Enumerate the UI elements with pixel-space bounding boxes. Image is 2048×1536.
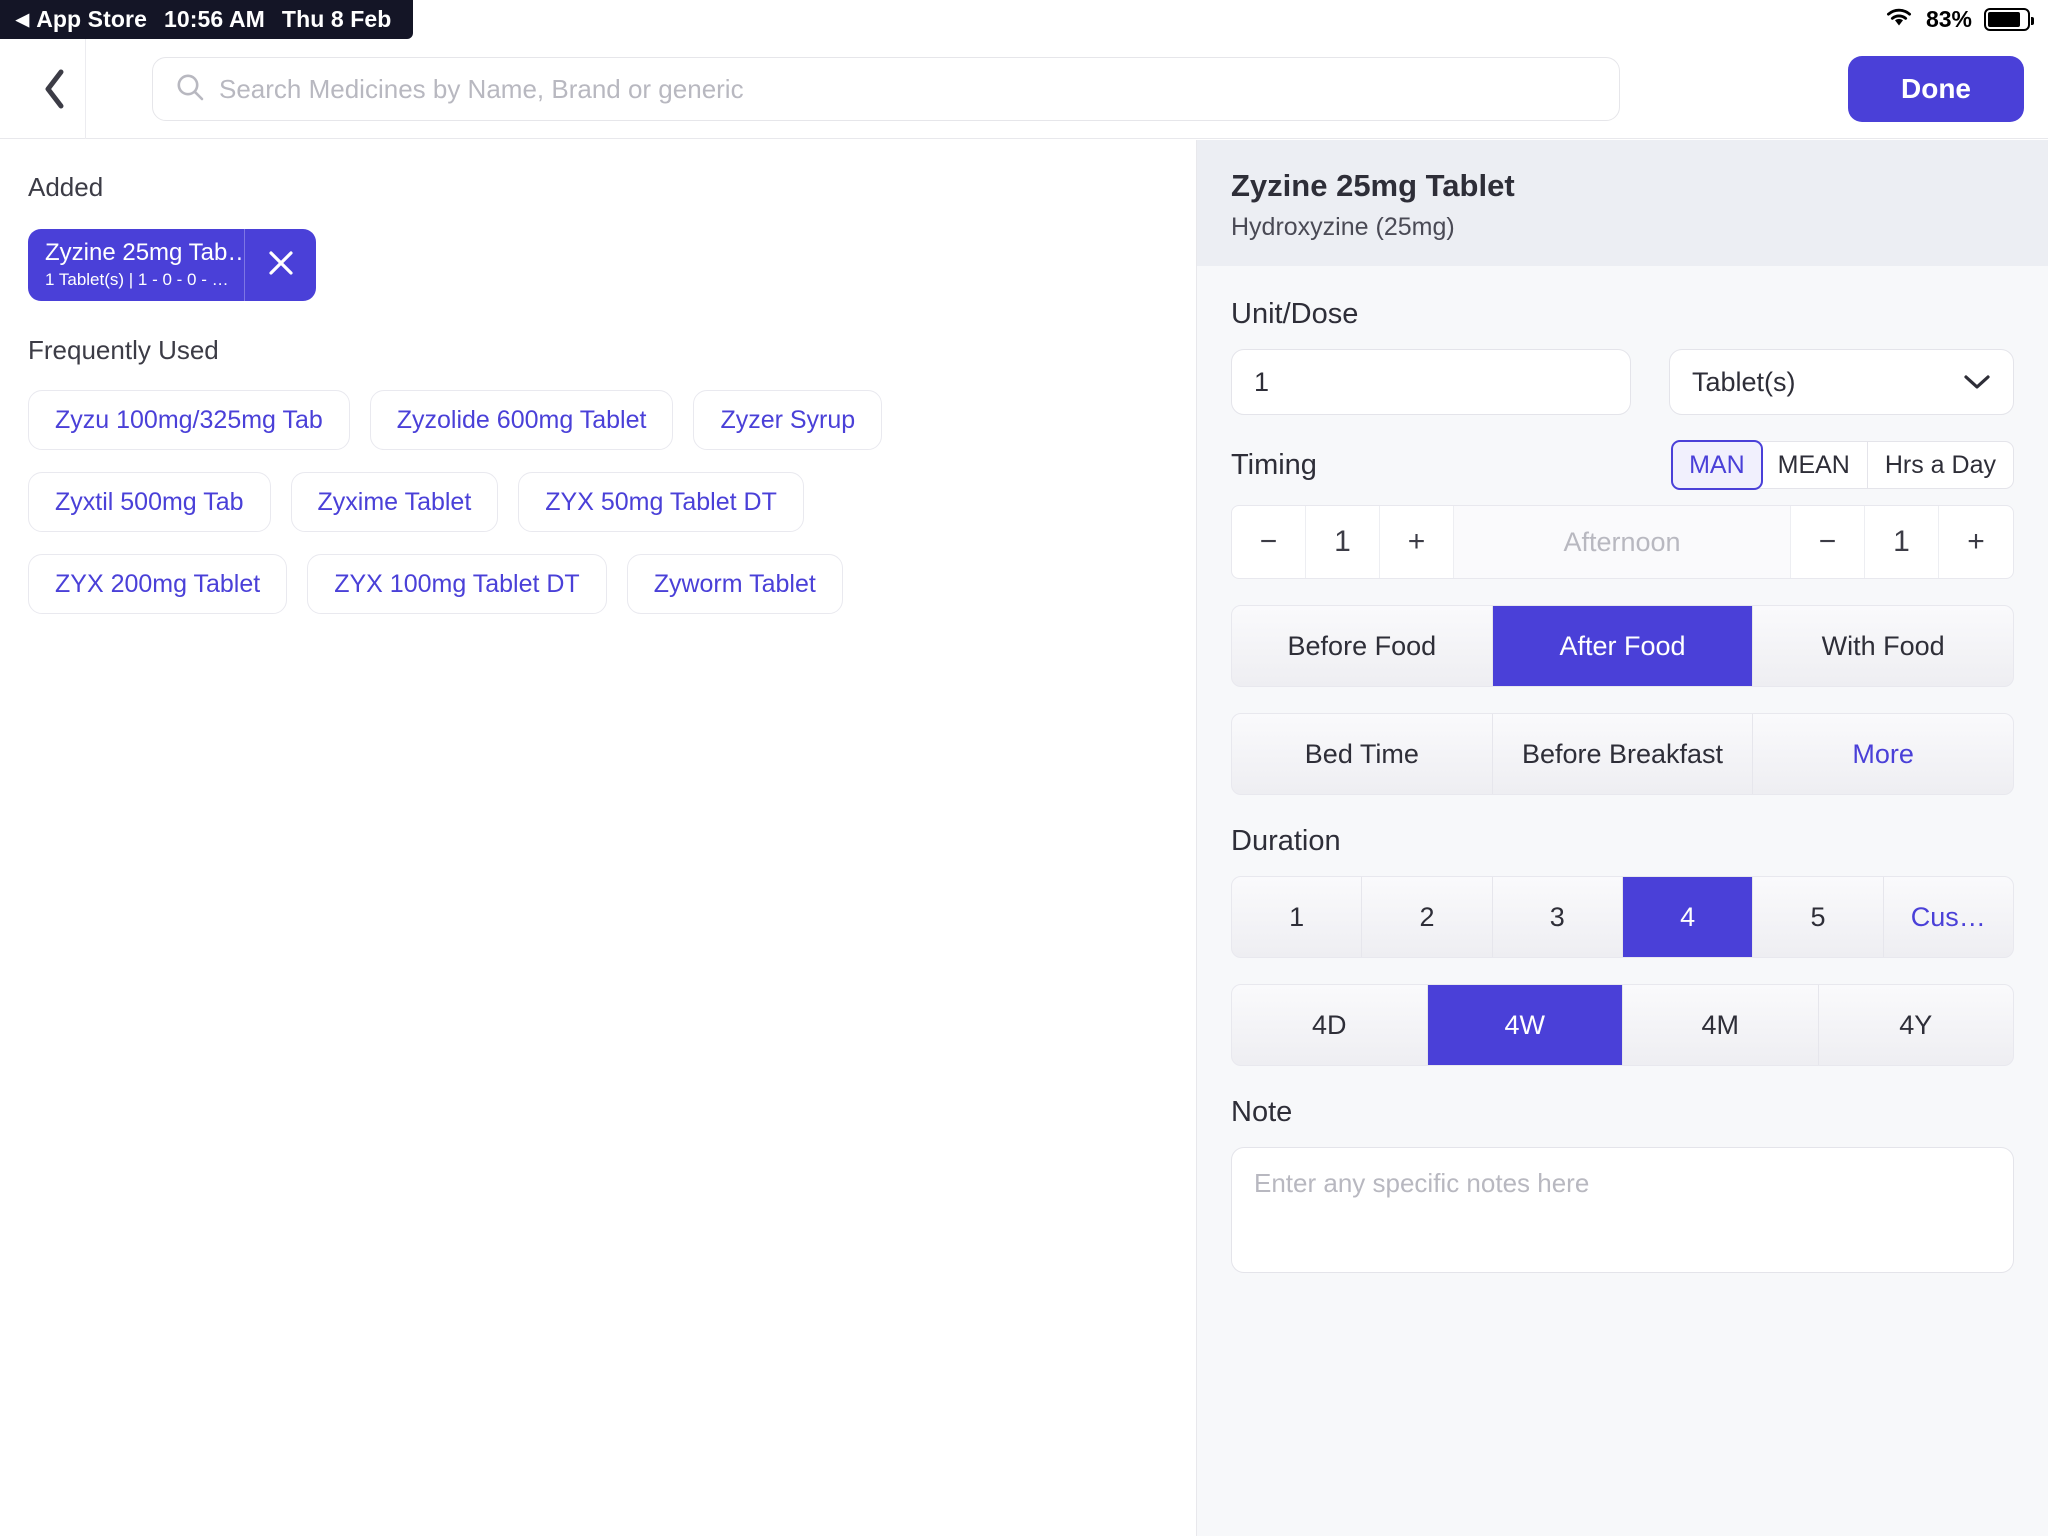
frequently-used-row: Zyzu 100mg/325mg Tab Zyzolide 600mg Tabl… (28, 390, 1168, 450)
duration-unit-years[interactable]: 4Y (1819, 985, 2014, 1065)
medicine-suggestion-pill[interactable]: Zyworm Tablet (626, 554, 843, 614)
medicine-suggestion-pill[interactable]: Zyzolide 600mg Tablet (369, 390, 674, 450)
afternoon-slot-field[interactable]: Afternoon (1454, 506, 1791, 578)
status-time: 10:56 AM (163, 6, 265, 32)
timing-mode-toggle: MAN MEAN Hrs a Day (1671, 440, 2014, 490)
added-medicine-detail: 1 Tablet(s) | 1 - 0 - 0 - … (45, 269, 229, 289)
added-medicine-name: Zyzine 25mg Tab… (45, 239, 244, 267)
left-pane: Added Zyzine 25mg Tab… 1 Tablet(s) | 1 -… (0, 140, 1196, 1536)
duration-count-2[interactable]: 2 (1362, 877, 1493, 957)
duration-custom-button[interactable]: Cus… (1884, 877, 2013, 957)
back-app-label[interactable]: App Store (36, 6, 147, 33)
before-breakfast-button[interactable]: Before Breakfast (1493, 714, 1754, 794)
medicine-suggestion-pill[interactable]: ZYX 100mg Tablet DT (307, 554, 607, 614)
remove-medicine-button[interactable] (244, 229, 316, 301)
note-textarea[interactable] (1231, 1147, 2014, 1273)
timing-mode-mean[interactable]: MEAN (1761, 442, 1868, 488)
duration-unit-weeks[interactable]: 4W (1427, 985, 1623, 1065)
status-bar-left: ◀ App Store 10:56 AM Thu 8 Feb (0, 0, 414, 39)
dose-unit-select[interactable]: Tablet(s) (1669, 349, 2014, 415)
medicine-suggestion-pill[interactable]: Zyxime Tablet (290, 472, 499, 532)
dose-quantity-input[interactable] (1231, 349, 1631, 415)
search-icon (175, 72, 205, 107)
status-bar: ◀ App Store 10:56 AM Thu 8 Feb 83% (0, 0, 2048, 39)
duration-label: Duration (1231, 825, 1341, 857)
medicine-suggestion-pill[interactable]: Zyzer Syrup (693, 390, 883, 450)
back-button[interactable] (24, 39, 86, 139)
close-icon (266, 248, 296, 283)
food-relation-group: Before Food After Food With Food (1231, 605, 2014, 687)
duration-unit-days[interactable]: 4D (1232, 985, 1428, 1065)
top-bar: Done (0, 39, 2048, 139)
added-label: Added (28, 172, 104, 202)
right-increment-button[interactable]: + (1939, 506, 2013, 578)
battery-percent-label: 83% (1925, 6, 1972, 32)
chevron-down-icon (1963, 367, 1991, 398)
timing-extra-group: Bed Time Before Breakfast More (1231, 713, 2014, 795)
medicine-suggestion-pill[interactable]: Zyxtil 500mg Tab (28, 472, 271, 532)
done-button[interactable]: Done (1848, 56, 2024, 122)
medicine-suggestion-pill[interactable]: Zyzu 100mg/325mg Tab (28, 390, 350, 450)
duration-count-5[interactable]: 5 (1753, 877, 1884, 957)
status-date: Thu 8 Feb (281, 6, 392, 32)
back-triangle-icon: ◀ (16, 10, 30, 29)
left-increment-button[interactable]: + (1380, 506, 1454, 578)
duration-count-1[interactable]: 1 (1232, 877, 1363, 957)
duration-count-4[interactable]: 4 (1622, 877, 1754, 957)
more-timings-button[interactable]: More (1753, 714, 2013, 794)
dose-unit-value: Tablet(s) (1692, 366, 1796, 397)
timing-label: Timing (1231, 448, 1317, 481)
detail-body: Unit/Dose Tablet(s) Timing MAN MEAN Hrs … (1197, 266, 2048, 1278)
frequently-used-label: Frequently Used (28, 335, 219, 365)
wifi-icon (1884, 6, 1914, 34)
bed-time-button[interactable]: Bed Time (1232, 714, 1493, 794)
left-decrement-button[interactable]: − (1232, 506, 1306, 578)
timing-stepper-row: − 1 + Afternoon − 1 + (1231, 505, 2014, 579)
note-label: Note (1231, 1096, 1293, 1128)
with-food-button[interactable]: With Food (1753, 606, 2013, 686)
unit-dose-label: Unit/Dose (1231, 298, 1359, 330)
status-bar-right: 83% (1884, 0, 2034, 39)
medicine-suggestion-pill[interactable]: ZYX 200mg Tablet (28, 554, 288, 614)
frequently-used-row: Zyxtil 500mg Tab Zyxime Tablet ZYX 50mg … (28, 472, 1168, 532)
medicine-detail-panel: Zyzine 25mg Tablet Hydroxyzine (25mg) Un… (1196, 140, 2048, 1536)
battery-icon (1984, 8, 2034, 31)
duration-count-3[interactable]: 3 (1493, 877, 1623, 957)
after-food-button[interactable]: After Food (1492, 606, 1754, 686)
search-input[interactable] (219, 73, 1597, 105)
frequently-used-list: Zyzu 100mg/325mg Tab Zyzolide 600mg Tabl… (28, 390, 1168, 614)
right-decrement-button[interactable]: − (1791, 506, 1865, 578)
duration-unit-months[interactable]: 4M (1623, 985, 1819, 1065)
added-medicine-chip[interactable]: Zyzine 25mg Tab… 1 Tablet(s) | 1 - 0 - 0… (28, 229, 316, 301)
left-dose-value: 1 (1306, 506, 1380, 578)
timing-mode-hrs-a-day[interactable]: Hrs a Day (1868, 442, 2013, 488)
duration-unit-group: 4D 4W 4M 4Y (1231, 984, 2014, 1066)
unit-dose-row: Tablet(s) (1231, 349, 2014, 415)
detail-title: Zyzine 25mg Tablet (1231, 168, 1515, 203)
chevron-left-icon (42, 68, 68, 110)
timing-mode-man[interactable]: MAN (1671, 440, 1763, 490)
search-bar[interactable] (152, 57, 1620, 121)
medicine-suggestion-pill[interactable]: ZYX 50mg Tablet DT (518, 472, 804, 532)
before-food-button[interactable]: Before Food (1232, 606, 1493, 686)
detail-subtitle: Hydroxyzine (25mg) (1231, 213, 1455, 241)
detail-header: Zyzine 25mg Tablet Hydroxyzine (25mg) (1197, 140, 2048, 266)
added-medicine-meta: Zyzine 25mg Tab… 1 Tablet(s) | 1 - 0 - 0… (28, 229, 244, 301)
right-dose-value: 1 (1865, 506, 1939, 578)
timing-header: Timing MAN MEAN Hrs a Day (1231, 440, 2014, 490)
duration-count-group: 1 2 3 4 5 Cus… (1231, 876, 2014, 958)
frequently-used-row: ZYX 200mg Tablet ZYX 100mg Tablet DT Zyw… (28, 554, 1168, 614)
